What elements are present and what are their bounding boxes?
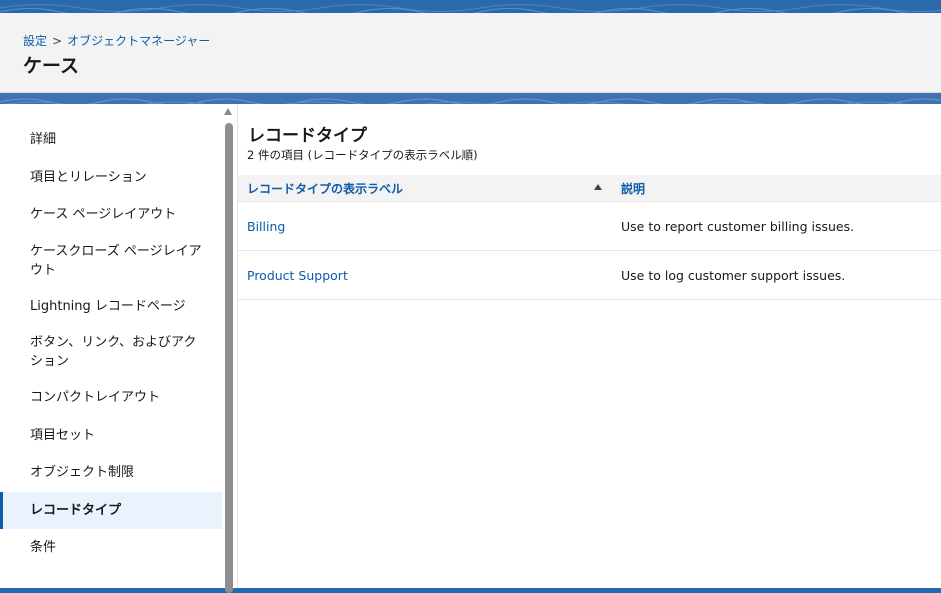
sidebar-item-case-page-layouts[interactable]: ケース ページレイアウト xyxy=(0,196,222,234)
sidebar-item-label: オブジェクト制限 xyxy=(30,465,135,481)
sidebar-item-lightning-record-pages[interactable]: Lightning レコードページ xyxy=(0,288,222,326)
breadcrumb-object-manager-link[interactable]: オブジェクトマネージャー xyxy=(67,34,210,48)
sidebar-item-case-close-page-layouts[interactable]: ケースクローズ ページレイアウト xyxy=(0,234,222,288)
sidebar-item-label: ボタン、リンク、およびアクション xyxy=(30,335,197,369)
sidebar-item-label: レコードタイプ xyxy=(30,502,122,518)
record-types-table: レコードタイプの表示ラベル 説明 Billing Use to report c… xyxy=(238,175,941,300)
sidebar-scrollbar[interactable] xyxy=(223,104,234,593)
sidebar-list: 詳細 項目とリレーション ケース ページレイアウト ケースクローズ ページレイア… xyxy=(0,104,222,567)
sidebar-item-buttons-links-actions[interactable]: ボタン、リンク、およびアクション xyxy=(0,325,222,379)
record-type-link[interactable]: Product Support xyxy=(238,268,612,283)
sidebar-item-label: コンパクトレイアウト xyxy=(30,390,161,406)
sidebar-item-field-sets[interactable]: 項目セット xyxy=(0,417,222,455)
page-title: ケース xyxy=(23,55,80,77)
sidebar-item-label: ケースクローズ ページレイアウト xyxy=(30,243,202,278)
content-area: 詳細 項目とリレーション ケース ページレイアウト ケースクローズ ページレイア… xyxy=(0,104,941,593)
sidebar-item-details[interactable]: 詳細 xyxy=(0,121,222,159)
arrow-up-icon xyxy=(594,183,602,190)
record-type-link[interactable]: Billing xyxy=(238,219,612,234)
section-title: レコードタイプ xyxy=(248,126,367,146)
record-type-description: Use to log customer support issues. xyxy=(621,267,846,283)
breadcrumb-setup-link[interactable]: 設定 xyxy=(23,34,47,48)
scroll-up-arrow-icon[interactable] xyxy=(224,108,232,115)
column-header-label[interactable]: レコードタイプの表示ラベル xyxy=(238,180,612,197)
table-row: Billing Use to report customer billing i… xyxy=(238,202,941,251)
object-sidebar: 詳細 項目とリレーション ケース ページレイアウト ケースクローズ ページレイア… xyxy=(0,104,222,588)
sidebar-item-label: 項目とリレーション xyxy=(30,169,147,185)
sidebar-item-label: ケース ページレイアウト xyxy=(30,207,177,223)
scroll-thumb[interactable] xyxy=(225,123,233,593)
sidebar-item-label: 詳細 xyxy=(30,132,57,148)
column-header-label-text: レコードタイプの表示ラベル xyxy=(247,181,404,196)
sidebar-item-record-types[interactable]: レコードタイプ xyxy=(0,491,222,529)
table-header: レコードタイプの表示ラベル 説明 xyxy=(238,175,941,202)
sidebar-item-label: Lightning レコードページ xyxy=(30,298,186,314)
page-header: 設定 > オブジェクトマネージャー ケース xyxy=(0,13,941,93)
table-row: Product Support Use to log customer supp… xyxy=(238,251,941,300)
record-type-description: Use to report customer billing issues. xyxy=(621,218,855,234)
sidebar-item-fields-relationships[interactable]: 項目とリレーション xyxy=(0,159,222,197)
top-brand-band xyxy=(0,0,941,14)
sidebar-item-label: 条件 xyxy=(30,540,57,556)
breadcrumb: 設定 > オブジェクトマネージャー xyxy=(23,32,210,49)
record-types-panel: レコードタイプ 2 件の項目 (レコードタイプの表示ラベル順) レコードタイプの… xyxy=(237,104,941,588)
column-header-description[interactable]: 説明 xyxy=(612,180,645,197)
item-count-subtitle: 2 件の項目 (レコードタイプの表示ラベル順) xyxy=(247,148,478,162)
sidebar-item-conditions[interactable]: 条件 xyxy=(0,529,222,567)
sidebar-item-label: 項目セット xyxy=(30,427,96,443)
sidebar-item-object-limits[interactable]: オブジェクト制限 xyxy=(0,454,222,492)
breadcrumb-separator: > xyxy=(52,34,63,48)
sidebar-item-compact-layouts[interactable]: コンパクトレイアウト xyxy=(0,379,222,417)
